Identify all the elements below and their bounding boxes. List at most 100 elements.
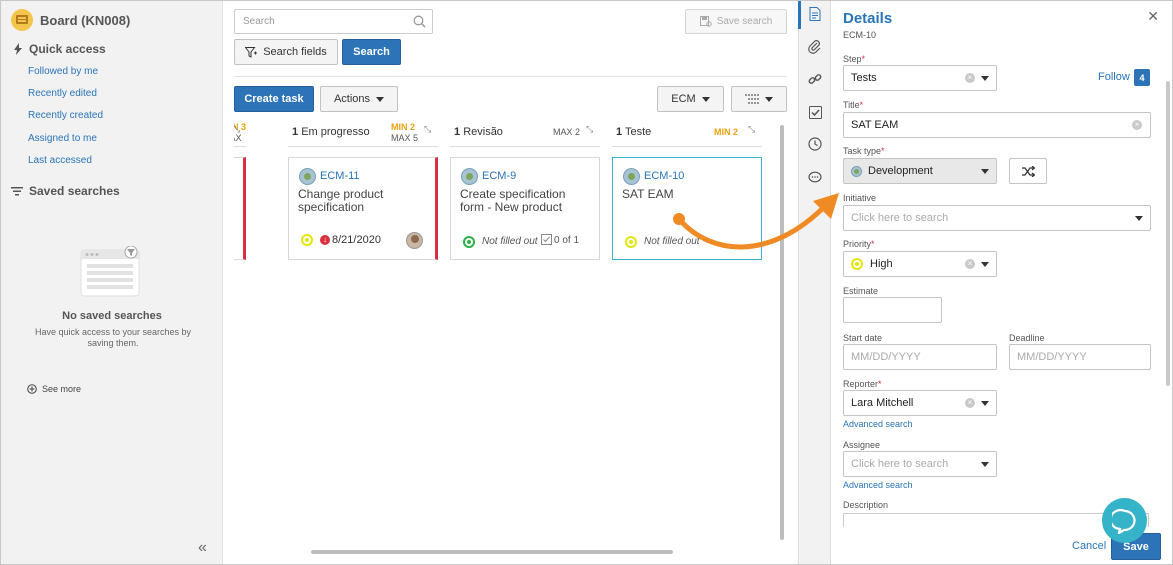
shrink-column-icon[interactable]: ⤡ (586, 124, 593, 135)
card-status: Not filled out (644, 236, 700, 247)
details-task-id: ECM-10 (843, 30, 877, 40)
card-status: Not filled out (482, 236, 538, 247)
card-title-fragment-1: ver to (234, 188, 244, 201)
quick-access-header: Quick access (13, 42, 106, 56)
column-name: Revisão (463, 126, 503, 138)
active-tab-indicator (798, 1, 801, 29)
comments-tab-chat-icon[interactable] (806, 168, 824, 186)
chevron-down-icon (981, 169, 989, 174)
initiative-placeholder: Click here to search (851, 212, 949, 224)
shrink-column-icon[interactable]: ⤡ (424, 124, 431, 135)
priority-low-icon (463, 236, 475, 248)
title-field[interactable]: SAT EAM × (843, 112, 1151, 138)
history-tab-clock-icon[interactable] (806, 135, 824, 153)
step-label-text: Step (843, 54, 862, 64)
quick-link-recently-created[interactable]: Recently created (28, 110, 103, 121)
details-tab-document-icon[interactable] (806, 5, 824, 23)
deadline-label: Deadline (1009, 333, 1045, 343)
collapse-sidebar-icon[interactable]: « (198, 539, 207, 557)
step-select[interactable]: Tests × (843, 65, 997, 91)
deadline-field[interactable]: MM/DD/YYYY (1009, 344, 1151, 370)
save-search-label: Save search (716, 16, 773, 27)
task-type-select[interactable]: Development (843, 158, 997, 184)
close-icon[interactable]: ✕ (1147, 8, 1159, 25)
search-button[interactable]: Search (342, 39, 401, 65)
quick-link-recently-edited[interactable]: Recently edited (28, 88, 97, 99)
see-more-link[interactable]: See more (27, 384, 81, 394)
assignee-placeholder: Click here to search (851, 458, 949, 470)
ecm-filter-label: ECM (671, 93, 696, 105)
card-id[interactable]: ECM-11 (320, 170, 360, 182)
search-fields-button[interactable]: Search fields (234, 39, 338, 65)
step-label: Step* (843, 54, 866, 64)
task-type-globe-icon (461, 168, 478, 185)
save-search-icon (699, 16, 712, 27)
task-card-ecm-10[interactable]: ECM-10 SAT EAM Not filled out (612, 157, 762, 260)
create-task-button[interactable]: Create task (234, 86, 314, 112)
column-count: 1 (454, 126, 461, 138)
priority-select[interactable]: High × (843, 251, 997, 277)
ecm-filter-dropdown[interactable]: ECM (657, 86, 724, 112)
quick-link-last-accessed[interactable]: Last accessed (28, 155, 92, 166)
start-date-field[interactable]: MM/DD/YYYY (843, 344, 997, 370)
save-search-button[interactable]: Save search (685, 9, 787, 34)
board-main: Search Save search Search fields Search … (223, 1, 798, 564)
column-header: 1 Em progresso MIN 2 MAX 5 ⤡ (288, 119, 438, 147)
task-card[interactable]: ver to unit ... 10 (234, 157, 246, 260)
shuffle-button[interactable] (1009, 158, 1047, 184)
chat-support-icon[interactable] (1102, 498, 1147, 543)
column-count: 1 (616, 126, 623, 138)
reporter-label-text: Reporter (843, 379, 879, 389)
initiative-select[interactable]: Click here to search (843, 205, 1151, 231)
column-max: MAX 5 (391, 133, 419, 143)
estimate-field[interactable] (843, 297, 942, 323)
empty-saved-description: Have quick access to your searches by sa… (34, 327, 192, 348)
checklist-progress: 0 of 1 (554, 235, 580, 246)
checklist-icon (541, 234, 552, 245)
view-options-dropdown[interactable] (731, 86, 787, 112)
task-type-label-text: Task type (843, 146, 882, 156)
details-scrollbar[interactable] (1166, 81, 1170, 386)
task-card-ecm-11[interactable]: ECM-11 Change product specification ↓ 8/… (288, 157, 438, 260)
title-label: Title* (843, 100, 864, 110)
priority-high-icon (625, 236, 637, 248)
priority-high-icon (851, 258, 863, 270)
details-title: Details (843, 10, 893, 27)
saved-searches-label: Saved searches (29, 184, 120, 198)
shuffle-icon (1021, 165, 1035, 177)
follow-link[interactable]: Follow (1098, 71, 1130, 83)
clear-icon[interactable]: × (1132, 120, 1142, 130)
plus-circle-icon (27, 384, 37, 394)
link-tab-chain-icon[interactable] (806, 70, 824, 88)
assignee-select[interactable]: Click here to search (843, 451, 997, 477)
checklist-tab-check-icon[interactable] (806, 103, 824, 121)
assignee-advanced-search-link[interactable]: Advanced search (843, 480, 913, 490)
card-due-date: 8/21/2020 (332, 234, 381, 246)
cancel-button[interactable]: Cancel (1072, 540, 1106, 552)
task-card-ecm-9[interactable]: ECM-9 Create specification form - New pr… (450, 157, 600, 260)
attachment-tab-paperclip-icon[interactable] (806, 38, 824, 56)
quick-link-followed[interactable]: Followed by me (28, 66, 98, 77)
clear-icon[interactable]: × (965, 398, 975, 408)
card-id[interactable]: ECM-9 (482, 170, 516, 182)
search-icon[interactable] (413, 15, 426, 28)
followers-count-badge: 4 (1134, 69, 1150, 86)
reporter-advanced-search-link[interactable]: Advanced search (843, 419, 913, 429)
card-id[interactable]: ECM-10 (644, 170, 684, 182)
assignee-avatar (406, 232, 423, 249)
chevron-down-icon (981, 462, 989, 467)
shrink-column-icon[interactable]: ⤡ (748, 124, 755, 135)
kanban-board: MIN 3 MAX 6 ⤡ ver to unit ... 10 1 Em pr… (234, 119, 782, 271)
priority-label-text: Priority (843, 239, 872, 249)
chevron-down-icon (376, 96, 385, 102)
board-horizontal-scrollbar[interactable] (311, 550, 673, 554)
shrink-column-icon[interactable]: ⤡ (234, 124, 240, 135)
priority-value: High (870, 258, 893, 270)
search-input[interactable]: Search (234, 9, 433, 34)
clear-icon[interactable]: × (965, 259, 975, 269)
board-vertical-scrollbar[interactable] (780, 125, 784, 540)
clear-icon[interactable]: × (965, 73, 975, 83)
actions-dropdown[interactable]: Actions (320, 86, 398, 112)
quick-link-assigned[interactable]: Assigned to me (28, 133, 97, 144)
reporter-select[interactable]: Lara Mitchell × (843, 390, 997, 416)
